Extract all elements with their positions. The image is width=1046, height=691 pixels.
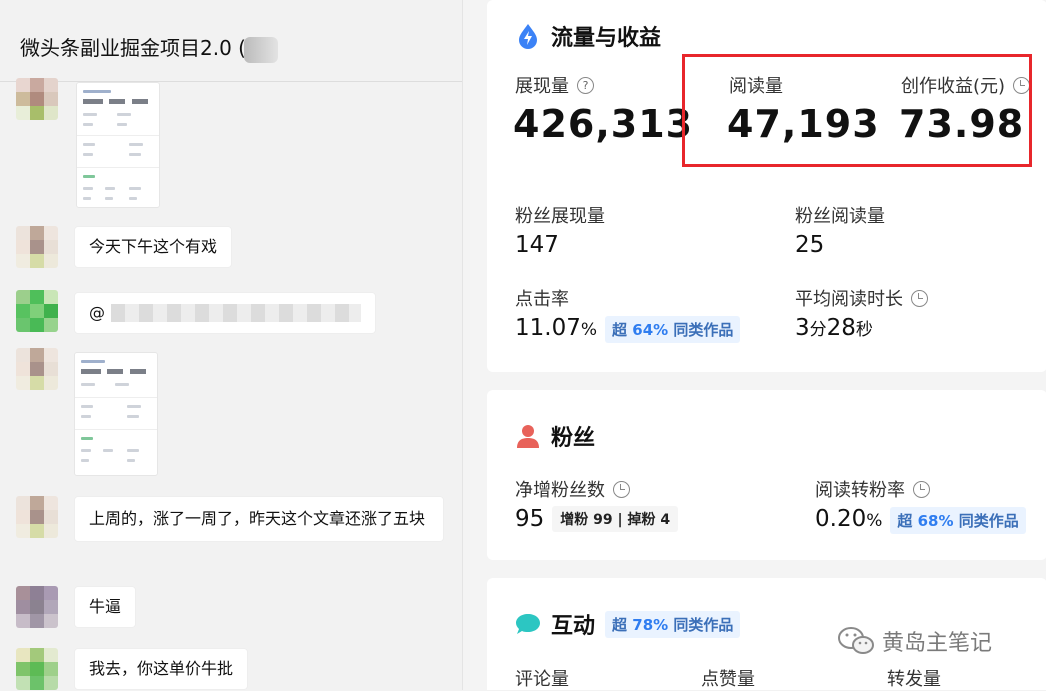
image-message[interactable] xyxy=(74,352,158,476)
stats-panel: 流量与收益 展现量 ? 426,313 阅读量 47,193 创作收益(元) 7… xyxy=(462,0,1046,690)
conversion-badge: 超 68% 同类作品 xyxy=(890,507,1026,534)
ctr-value: 11.07% 超 64% 同类作品 xyxy=(515,315,741,343)
highlight-box xyxy=(682,54,1032,167)
mention-text: @ xyxy=(89,303,105,322)
fan-impressions-value: 147 xyxy=(515,232,559,258)
clock-icon[interactable] xyxy=(613,480,630,498)
net-fans-value: 95 增粉 99 | 掉粉 4 xyxy=(515,506,679,532)
fan-reads-value: 25 xyxy=(795,232,825,258)
avatar[interactable] xyxy=(16,348,58,390)
chat-header: 微头条副业掘金项目2.0 ( xyxy=(0,0,462,82)
chat-bubble[interactable]: 今天下午这个有戏 xyxy=(74,226,233,268)
blurred-text xyxy=(111,304,361,322)
fans-gain-lose: 增粉 99 | 掉粉 4 xyxy=(552,506,679,532)
avatar[interactable] xyxy=(16,648,58,690)
chat-bubble-icon xyxy=(516,614,540,634)
impressions-value: 426,313 xyxy=(513,102,694,146)
avatar[interactable] xyxy=(16,586,58,628)
chat-bubble[interactable]: 牛逼 xyxy=(74,586,137,628)
image-message[interactable] xyxy=(76,82,160,208)
wechat-icon xyxy=(838,627,874,654)
traffic-card-title: 流量与收益 xyxy=(515,20,661,52)
shares-label: 转发量 xyxy=(887,669,941,690)
ctr-badge: 超 64% 同类作品 xyxy=(605,316,741,343)
avg-time-value: 3 分 28 秒 xyxy=(795,315,873,341)
avatar[interactable] xyxy=(16,290,58,332)
lightning-icon xyxy=(519,24,537,49)
clock-icon[interactable] xyxy=(913,480,930,498)
comments-label: 评论量 xyxy=(515,669,569,690)
likes-label: 点赞量 xyxy=(701,669,755,690)
chat-bubble[interactable]: 上周的，涨了一周了，昨天这个文章还涨了五块 xyxy=(74,496,444,542)
fans-card: 粉丝 净增粉丝数 95 增粉 99 | 掉粉 4 阅读转粉率 0.20% 超 6… xyxy=(487,390,1046,560)
interaction-badge: 超 78% 同类作品 xyxy=(605,610,741,638)
interaction-card-title: 互动 超 78% 同类作品 xyxy=(515,608,741,640)
net-fans-label: 净增粉丝数 xyxy=(515,476,630,502)
watermark: 黄岛主笔记 xyxy=(836,625,992,657)
fan-impressions-label: 粉丝展现量 xyxy=(515,206,605,227)
blurred-text xyxy=(243,36,278,63)
conversion-value: 0.20% 超 68% 同类作品 xyxy=(815,506,1026,534)
help-icon[interactable]: ? xyxy=(577,76,594,94)
group-title[interactable]: 微头条副业掘金项目2.0 ( xyxy=(20,36,246,60)
avatar[interactable] xyxy=(16,78,58,120)
fans-card-title: 粉丝 xyxy=(515,420,595,452)
avatar[interactable] xyxy=(16,496,58,538)
chat-bubble[interactable]: 我去，你这单价牛批 xyxy=(74,648,249,690)
person-icon xyxy=(517,425,539,448)
conversion-label: 阅读转粉率 xyxy=(815,476,930,502)
impressions-label: 展现量 ? xyxy=(515,72,594,98)
clock-icon[interactable] xyxy=(911,289,928,307)
chat-panel: 微头条副业掘金项目2.0 ( 今天下午这个有戏 @ 上周的，涨了一周了，昨天这个… xyxy=(0,0,462,690)
chat-bubble[interactable]: @ xyxy=(74,292,376,334)
ctr-label: 点击率 xyxy=(515,289,569,310)
avatar[interactable] xyxy=(16,226,58,268)
avg-time-label: 平均阅读时长 xyxy=(795,285,928,311)
fan-reads-label: 粉丝阅读量 xyxy=(795,206,885,227)
